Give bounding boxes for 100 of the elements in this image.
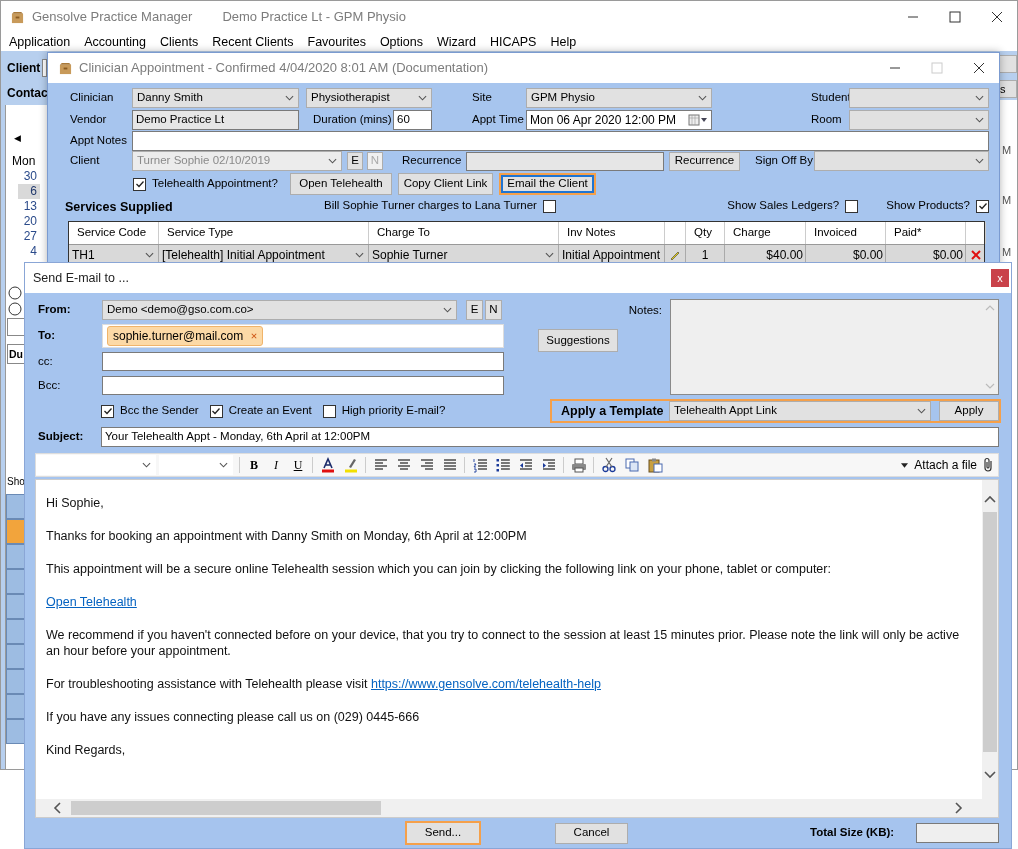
calendar-date[interactable]: 13 xyxy=(18,199,40,214)
menu-item[interactable]: Clients xyxy=(160,32,199,52)
text-field[interactable]: 60 xyxy=(393,109,432,130)
menu-item[interactable]: Accounting xyxy=(84,32,146,52)
bold-button[interactable]: B xyxy=(246,456,262,474)
text-field[interactable] xyxy=(132,131,989,151)
recipient-field[interactable]: sophie.turner@mail.com xyxy=(102,324,504,348)
menu-item[interactable]: Recent Clients xyxy=(212,32,294,52)
chevron-icon xyxy=(142,462,151,468)
dropdown[interactable]: Demo <demo@gso.com.co> xyxy=(102,299,457,320)
small-button[interactable]: E xyxy=(347,152,363,170)
button[interactable]: Open Telehealth xyxy=(290,173,392,195)
text-field[interactable]: Demo Practice Lt xyxy=(132,109,299,130)
align-right-icon[interactable] xyxy=(419,457,435,473)
column-header: Service Code xyxy=(77,225,147,241)
underline-button[interactable]: U xyxy=(290,456,306,474)
calendar-date[interactable]: 4 xyxy=(18,244,40,259)
section-title: Services Supplied xyxy=(65,200,173,214)
caret-icon[interactable] xyxy=(901,462,909,468)
scissors-icon[interactable] xyxy=(601,457,617,473)
text-field[interactable] xyxy=(916,823,999,843)
text-field[interactable] xyxy=(102,376,504,395)
button[interactable]: Email the Client xyxy=(499,173,596,195)
indent-icon[interactable] xyxy=(541,457,557,473)
button[interactable]: Copy Client Link xyxy=(398,173,493,195)
vertical-scrollbar[interactable] xyxy=(982,480,998,799)
dropdown[interactable]: Telehealth Appt Link xyxy=(669,401,931,421)
chevron-icon xyxy=(975,95,984,101)
bullet-list-icon[interactable] xyxy=(495,457,511,473)
calendar-date[interactable]: 6 xyxy=(18,184,40,199)
field-label: Clinician xyxy=(70,90,115,106)
horizontal-scrollbar[interactable] xyxy=(36,799,998,817)
checkbox-label: Create an Event xyxy=(228,403,312,419)
menu-item[interactable]: Wizard xyxy=(437,32,476,52)
close-icon[interactable] xyxy=(991,11,1003,23)
button[interactable]: Cancel xyxy=(555,822,628,844)
notes-field[interactable] xyxy=(670,299,999,395)
small-button[interactable]: N xyxy=(485,299,502,320)
text-field[interactable] xyxy=(42,59,47,77)
checkbox[interactable] xyxy=(209,404,223,418)
checkbox[interactable] xyxy=(133,177,146,191)
delete-icon[interactable] xyxy=(971,249,981,260)
checkbox[interactable] xyxy=(322,404,336,418)
close-button[interactable]: x xyxy=(991,269,1009,287)
tab[interactable]: Sho xyxy=(6,474,26,490)
menu-item[interactable]: Options xyxy=(379,32,423,52)
calendar-icon[interactable] xyxy=(688,113,708,126)
button[interactable]: Suggestions xyxy=(538,329,618,352)
copy-icon[interactable] xyxy=(624,457,640,473)
checkbox[interactable] xyxy=(101,404,114,418)
box-icon xyxy=(59,61,72,75)
button[interactable]: Apply xyxy=(939,401,999,421)
justify-icon[interactable] xyxy=(442,457,458,473)
text-field[interactable] xyxy=(466,151,664,171)
field-label: Total Size (KB): xyxy=(810,825,896,841)
text-color-icon[interactable] xyxy=(320,457,336,473)
menu-item[interactable]: Favourites xyxy=(307,32,366,52)
calendar-date[interactable]: 30 xyxy=(18,169,40,184)
checkbox[interactable] xyxy=(542,199,556,213)
button[interactable]: Recurrence xyxy=(669,151,740,171)
recipient-chip[interactable]: sophie.turner@mail.com xyxy=(107,326,264,346)
printer-icon[interactable] xyxy=(571,457,587,473)
checkbox[interactable] xyxy=(845,199,859,213)
small-button[interactable]: E xyxy=(466,299,483,320)
day-header: Mon xyxy=(12,153,37,169)
date-time-field[interactable]: Mon 06 Apr 2020 12:00 PM xyxy=(526,109,712,130)
chevron-icon xyxy=(917,408,926,414)
close-icon[interactable] xyxy=(973,62,985,74)
radio-button[interactable] xyxy=(8,286,22,300)
text-field[interactable]: Your Telehealth Appt - Monday, 6th April at 12:00PM xyxy=(101,427,999,447)
remove-icon[interactable] xyxy=(251,333,258,339)
link[interactable]: https://www.gensolve.com/telehealth-help xyxy=(370,677,601,691)
attach-button[interactable]: Attach a file xyxy=(914,456,977,474)
dropdown[interactable]: GPM Physio xyxy=(526,88,712,108)
numbered-list-icon[interactable] xyxy=(472,457,488,473)
text-field[interactable] xyxy=(102,352,504,371)
calendar-date[interactable]: 27 xyxy=(18,229,40,244)
highlighter-icon[interactable] xyxy=(343,457,359,473)
button[interactable]: Send... xyxy=(405,821,481,845)
align-left-icon[interactable] xyxy=(373,457,389,473)
calendar-date[interactable]: 20 xyxy=(18,214,40,229)
field-label: Bcc: xyxy=(37,377,62,393)
radio-button[interactable] xyxy=(8,302,22,316)
link[interactable]: Open Telehealth xyxy=(46,595,137,609)
menu-item[interactable]: Application xyxy=(9,32,71,52)
outdent-icon[interactable] xyxy=(518,457,534,473)
time-label: M xyxy=(1001,193,1013,208)
window-title: Gensolve Practice Manager xyxy=(32,8,193,27)
paste-icon[interactable] xyxy=(647,457,663,473)
menu-item[interactable]: Help xyxy=(550,32,577,52)
dropdown[interactable]: Danny Smith xyxy=(132,88,299,108)
dropdown[interactable]: Physiotherapist xyxy=(306,88,432,108)
field-label: To: xyxy=(37,328,57,344)
italic-button[interactable]: I xyxy=(268,456,284,474)
previous-button[interactable]: ◀ xyxy=(14,131,47,145)
align-center-icon[interactable] xyxy=(396,457,412,473)
maximize-icon[interactable] xyxy=(949,11,961,23)
checkbox[interactable] xyxy=(976,199,989,213)
menu-item[interactable]: HICAPS xyxy=(489,32,537,52)
checkbox-label: Bill Sophie Turner charges to Lana Turner xyxy=(324,198,537,214)
